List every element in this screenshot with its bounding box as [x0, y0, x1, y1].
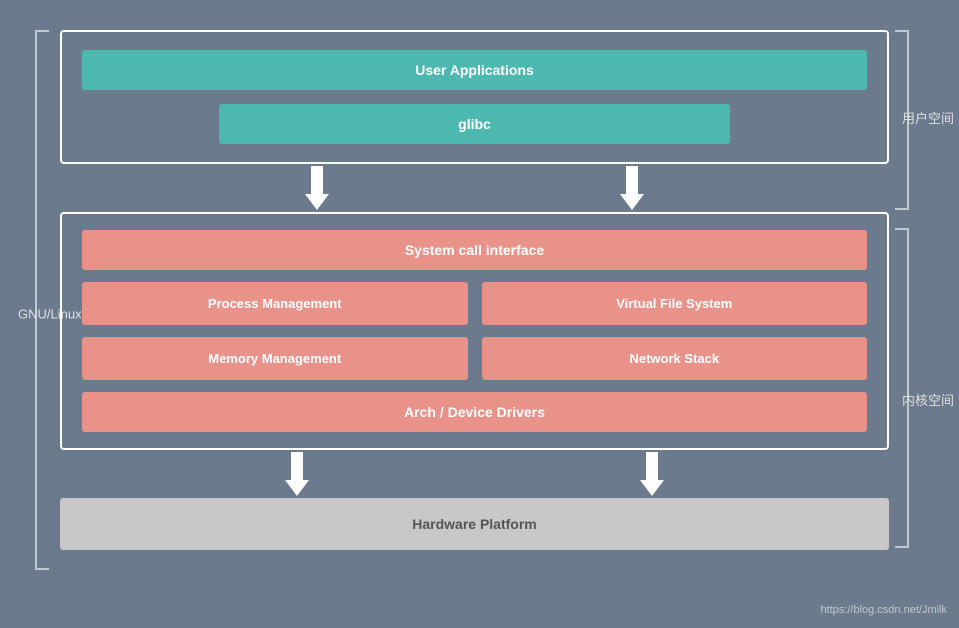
kernel-space-box: System call interface Process Management… [60, 212, 889, 450]
process-management-box: Process Management [82, 282, 468, 325]
user-to-kernel-arrows [60, 164, 889, 212]
system-call-interface-box: System call interface [82, 230, 867, 270]
kernel-to-hardware-arrows [60, 450, 889, 498]
arrow-down-left [307, 166, 327, 210]
watermark: https://blog.csdn.net/Jmilk [820, 604, 947, 616]
memory-management-box: Memory Management [82, 337, 468, 380]
user-applications-box: User Applications [82, 50, 867, 90]
kernel-row-2: Memory Management Network Stack [82, 337, 867, 380]
hardware-platform-box: Hardware Platform [60, 498, 889, 550]
bracket-gnu-left [35, 30, 49, 570]
label-user-space: 用户空间 [902, 108, 954, 127]
user-space-box: User Applications glibc [60, 30, 889, 164]
label-kernel-space: 内核空间 [902, 390, 954, 409]
arch-device-drivers-box: Arch / Device Drivers [82, 392, 867, 432]
virtual-file-system-box: Virtual File System [482, 282, 868, 325]
glibc-box: glibc [219, 104, 729, 144]
bracket-kernel-right [895, 228, 909, 548]
arrow-down-right [622, 166, 642, 210]
network-stack-box: Network Stack [482, 337, 868, 380]
arrow-down-hw-right [642, 452, 662, 496]
architecture-diagram: User Applications glibc System call inte… [60, 30, 889, 550]
arrow-down-hw-left [287, 452, 307, 496]
kernel-row-1: Process Management Virtual File System [82, 282, 867, 325]
